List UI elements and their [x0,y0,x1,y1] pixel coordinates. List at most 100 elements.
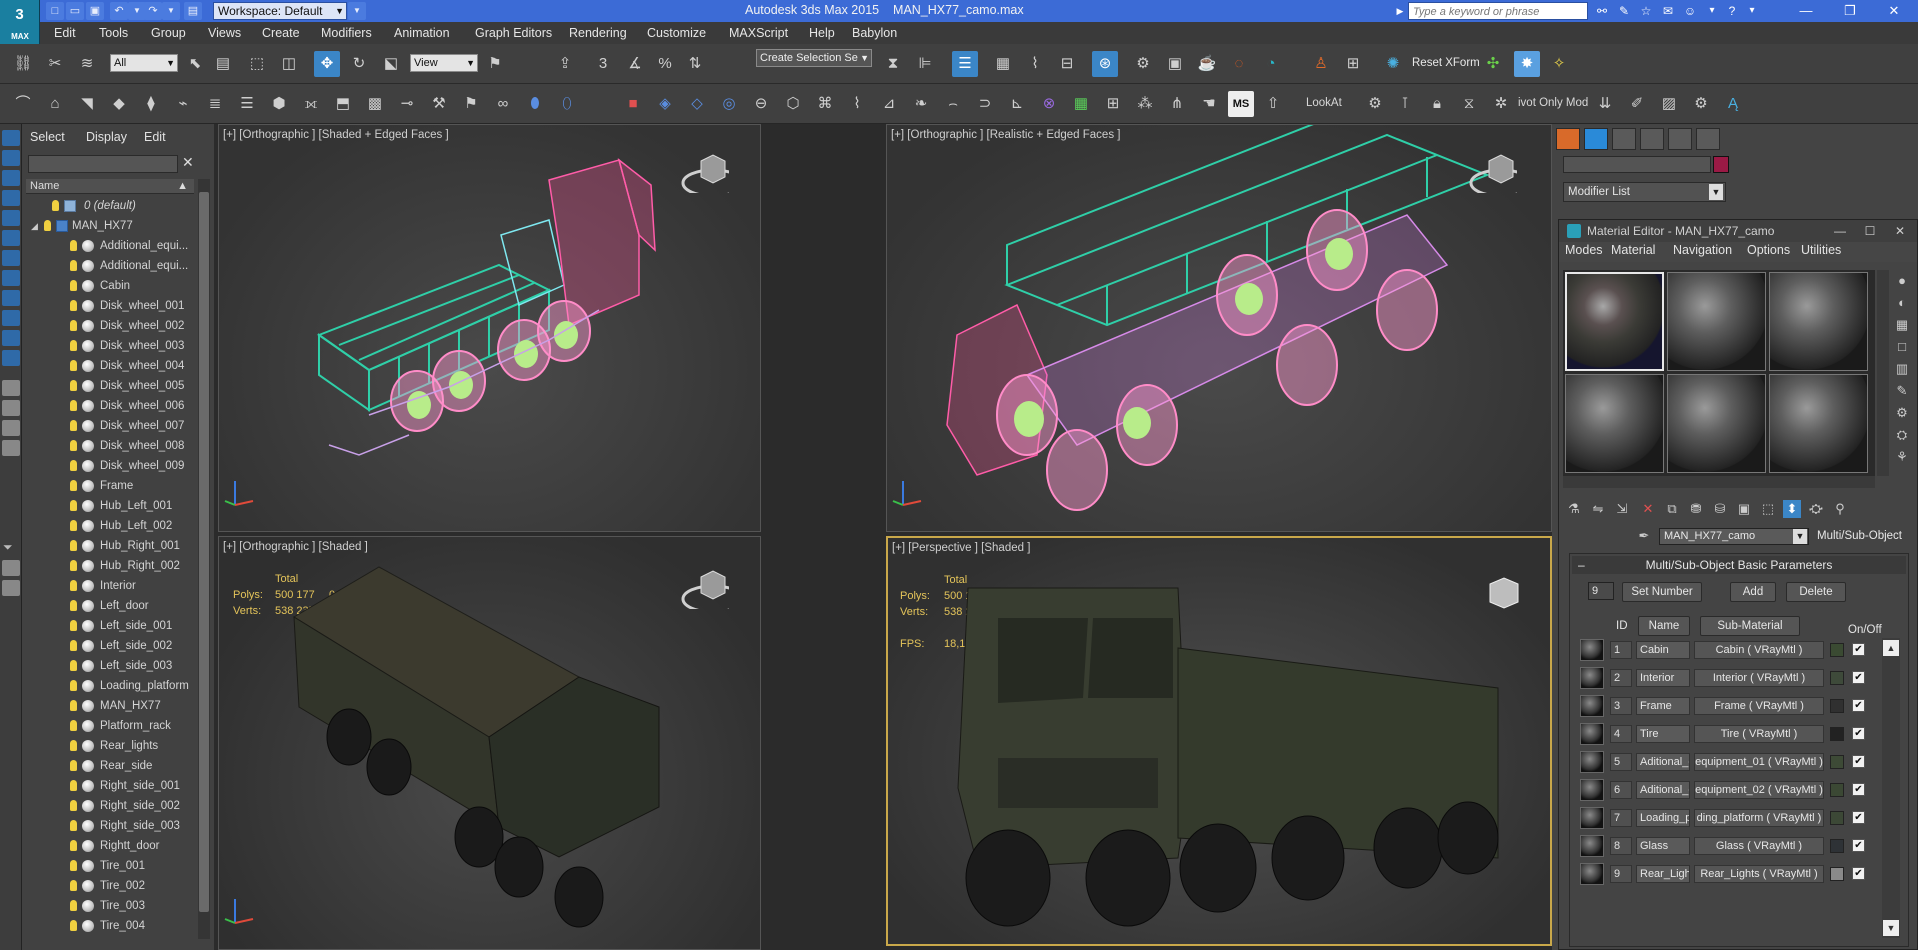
mirror-pivot-icon[interactable]: ⧖ [1456,91,1482,117]
project-folder-icon[interactable]: ▤ [184,2,202,20]
tree-row-object[interactable]: Left_door [26,596,194,616]
submaterial-name-field[interactable]: Loading_pl [1636,809,1690,827]
light-bulb-icon[interactable] [70,520,77,531]
window-crossing-icon[interactable]: ◫ [276,51,302,77]
submaterial-thumbnail[interactable] [1580,667,1604,689]
submaterial-name-field[interactable]: Tire [1636,725,1690,743]
lights-filter-icon[interactable] [2,230,20,246]
gear-icon[interactable]: ⚙ [1362,91,1388,117]
pivot-gear-icon[interactable]: ✲ [1488,91,1514,117]
tree-row-object[interactable]: Loading_platform [26,676,194,696]
light-bulb-icon[interactable] [70,540,77,551]
select-manipulate-icon[interactable]: ⇪ [552,51,578,77]
tab-select[interactable]: Select [30,130,65,144]
align-view-icon[interactable]: ⊿ [876,91,902,117]
tree-row-object[interactable]: Left_side_003 [26,656,194,676]
submaterial-thumbnail[interactable] [1580,779,1604,801]
tree-row-object[interactable]: Additional_equi... [26,256,194,276]
tree-row-object[interactable]: Disk_wheel_007 [26,416,194,436]
viewport-bottom-right[interactable]: [+] [Perspective ] [Shaded ] Total Polys… [886,536,1552,946]
submaterial-color-swatch[interactable] [1830,811,1844,825]
spline-icon[interactable]: ⌇ [844,91,870,117]
vray-rt-icon[interactable]: ◔ [1258,51,1284,77]
submaterial-color-swatch[interactable] [1830,699,1844,713]
put-material-icon[interactable]: ⇋ [1589,500,1607,518]
make-preview-icon[interactable]: ✎ [1893,382,1911,400]
torus-icon[interactable]: ◎ [716,91,742,117]
menu-group[interactable]: Group [151,22,186,44]
utilities-tab-icon[interactable] [1696,128,1720,150]
submaterial-color-swatch[interactable] [1830,783,1844,797]
submaterial-onoff-checkbox[interactable]: ✔ [1852,699,1865,712]
menu-edit[interactable]: Edit [54,22,76,44]
menu-graph-editors[interactable]: Graph Editors [475,22,552,44]
bind-to-space-warp-icon[interactable]: ≋ [74,51,100,77]
tree-row-object[interactable]: Hub_Right_001 [26,536,194,556]
account-dropdown-icon[interactable]: ▾ [1702,2,1722,20]
light-bulb-icon[interactable] [70,320,77,331]
light-bulb-icon[interactable] [70,560,77,571]
submaterial-button[interactable]: equipment_02 ( VRayMtl ) [1694,781,1824,799]
brush-tool-icon[interactable]: ⌒ [10,91,36,117]
submaterial-button[interactable]: ding_platform ( VRayMtl ) [1694,809,1824,827]
light-bulb-icon[interactable] [70,660,77,671]
display-invert-icon[interactable] [2,170,20,186]
submaterial-onoff-checkbox[interactable]: ✔ [1852,643,1865,656]
menu-modes[interactable]: Modes [1565,243,1603,257]
tree-row-object[interactable]: Disk_wheel_005 [26,376,194,396]
backlight-icon[interactable]: ◐ [1893,294,1911,312]
light-icon[interactable]: ✸ [1514,51,1540,77]
tree-row-object[interactable]: Tire_002 [26,876,194,896]
sample-slot-3[interactable] [1769,272,1868,371]
layer-toggle-icon[interactable] [2,560,20,576]
sibling-icon[interactable]: ⚲ [1831,500,1849,518]
tree-row-object[interactable]: Cabin [26,276,194,296]
quick-access-menu-icon[interactable]: ▼ [348,2,366,20]
object-color-swatch[interactable] [1713,156,1729,173]
light-bulb-icon[interactable] [70,900,77,911]
submaterial-name-field[interactable]: Interior [1636,669,1690,687]
submaterial-color-swatch[interactable] [1830,727,1844,741]
display-tab-icon[interactable] [1668,128,1692,150]
display-all-icon[interactable] [2,150,20,166]
light-bulb-icon[interactable] [70,680,77,691]
background-icon[interactable]: ▦ [1893,316,1911,334]
search-input[interactable]: Type a keyword or phrase [1408,2,1588,20]
name-column-header[interactable]: Name ▲ [26,179,194,194]
material-id-icon[interactable]: ⛁ [1711,500,1729,518]
drop-tool-icon[interactable]: ⊸ [394,91,420,117]
light-bulb-icon[interactable] [70,720,77,731]
reset-map-icon[interactable]: ✕ [1639,500,1657,518]
tree-row-object[interactable]: Disk_wheel_008 [26,436,194,456]
cube-icon[interactable]: ◈ [652,91,678,117]
tree-row-object[interactable]: Platform_rack [26,716,194,736]
modify-tab-icon[interactable] [1584,128,1608,150]
menu-material[interactable]: Material [1611,243,1655,257]
tree-row-object[interactable]: Disk_wheel_006 [26,396,194,416]
new-scene-icon[interactable]: □ [46,2,64,20]
select-object-icon[interactable]: ⬉ [182,51,208,77]
open-file-icon[interactable]: ▭ [66,2,84,20]
slot-horizontal-scrollbar[interactable] [1563,476,1875,488]
tree-row-object[interactable]: Rightt_door [26,836,194,856]
light-bulb-icon[interactable] [44,220,51,231]
submaterial-onoff-checkbox[interactable]: ✔ [1852,811,1865,824]
material-name-select[interactable]: MAN_HX77_camo ▼ [1659,528,1809,545]
capsule-icon[interactable]: ⬮ [522,91,548,117]
submaterial-id-field[interactable]: 9 [1610,865,1632,883]
light-bulb-icon[interactable] [70,600,77,611]
unlink-icon[interactable]: ✂ [42,51,68,77]
render-setup-icon[interactable]: ⚙ [1130,51,1156,77]
video-color-check-icon[interactable]: ▥ [1893,360,1911,378]
menu-navigation[interactable]: Navigation [1673,243,1732,257]
arrow-up-icon[interactable]: ⇧ [1260,91,1286,117]
plane-icon[interactable]: ◇ [684,91,710,117]
submaterial-thumbnail[interactable] [1580,807,1604,829]
bend-icon[interactable]: ⌢ [940,91,966,117]
submaterial-id-field[interactable]: 7 [1610,809,1632,827]
cameras-filter-icon[interactable] [2,250,20,266]
submaterial-id-field[interactable]: 1 [1610,641,1632,659]
submaterial-thumbnail[interactable] [1580,723,1604,745]
viewport-bottom-left[interactable]: [+] [Orthographic ] [Shaded ] Total Poly… [218,536,761,950]
material-type-button[interactable]: Multi/Sub-Object [1817,528,1913,545]
